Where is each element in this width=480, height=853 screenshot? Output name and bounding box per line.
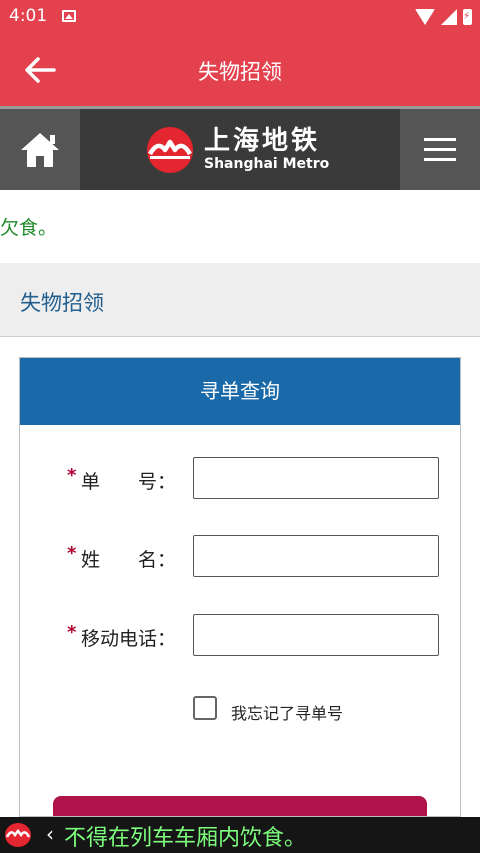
site-header: 上海地铁 Shanghai Metro [0,106,480,190]
chevron-left-icon[interactable]: ‹ [46,822,54,846]
forgot-number-label[interactable]: 我忘记了寻单号 [231,700,343,724]
order-number-label: 单 号： [81,471,177,493]
submit-button[interactable] [53,796,427,816]
section-title: 失物招领 [20,291,104,315]
hamburger-icon [424,131,456,168]
battery-charging-icon [463,9,472,25]
image-notification-icon [62,10,76,22]
status-time: 4:01 [9,6,48,26]
required-mark: * [67,465,77,486]
page-title: 失物招领 [198,60,282,84]
metro-logo-icon [5,823,31,847]
phone-row: * 移动电话： [20,614,460,658]
required-mark: * [67,622,77,643]
brand-name-en: Shanghai Metro [204,156,330,172]
shanghai-metro-logo-icon [147,127,193,173]
phone-input[interactable] [193,614,439,656]
name-label: 姓 名： [81,549,177,571]
home-icon [21,132,59,167]
ticker-text: 不得在列车车厢内饮食。 [64,826,307,851]
bottom-ticker-bar: ‹ 不得在列车车厢内饮食。 [0,817,480,853]
status-icons [415,7,472,27]
order-number-row: * 单 号： [20,457,460,501]
form-header: 寻单查询 [20,358,460,425]
notice-text: 欠食。 [0,217,58,239]
brand-name-cn: 上海地铁 [204,126,321,156]
phone-label: 移动电话： [81,628,177,650]
status-bar: 4:01 [0,0,480,34]
name-row: * 姓 名： [20,535,460,579]
forgot-number-checkbox[interactable] [193,696,217,720]
app-bar: 失物招领 [0,34,480,106]
menu-button[interactable] [400,109,480,190]
order-number-input[interactable] [193,457,439,499]
section-bar: 失物招领 [0,263,480,337]
wifi-icon [415,9,435,25]
metro-logo: 上海地铁 Shanghai Metro [146,125,329,175]
name-input[interactable] [193,535,439,577]
signal-icon [441,9,457,25]
lookup-form-card: 寻单查询 * 单 号： * 姓 名： * 移动电话： 我忘记了寻单号 [19,357,461,817]
required-mark: * [67,543,77,564]
home-button[interactable] [0,109,80,190]
